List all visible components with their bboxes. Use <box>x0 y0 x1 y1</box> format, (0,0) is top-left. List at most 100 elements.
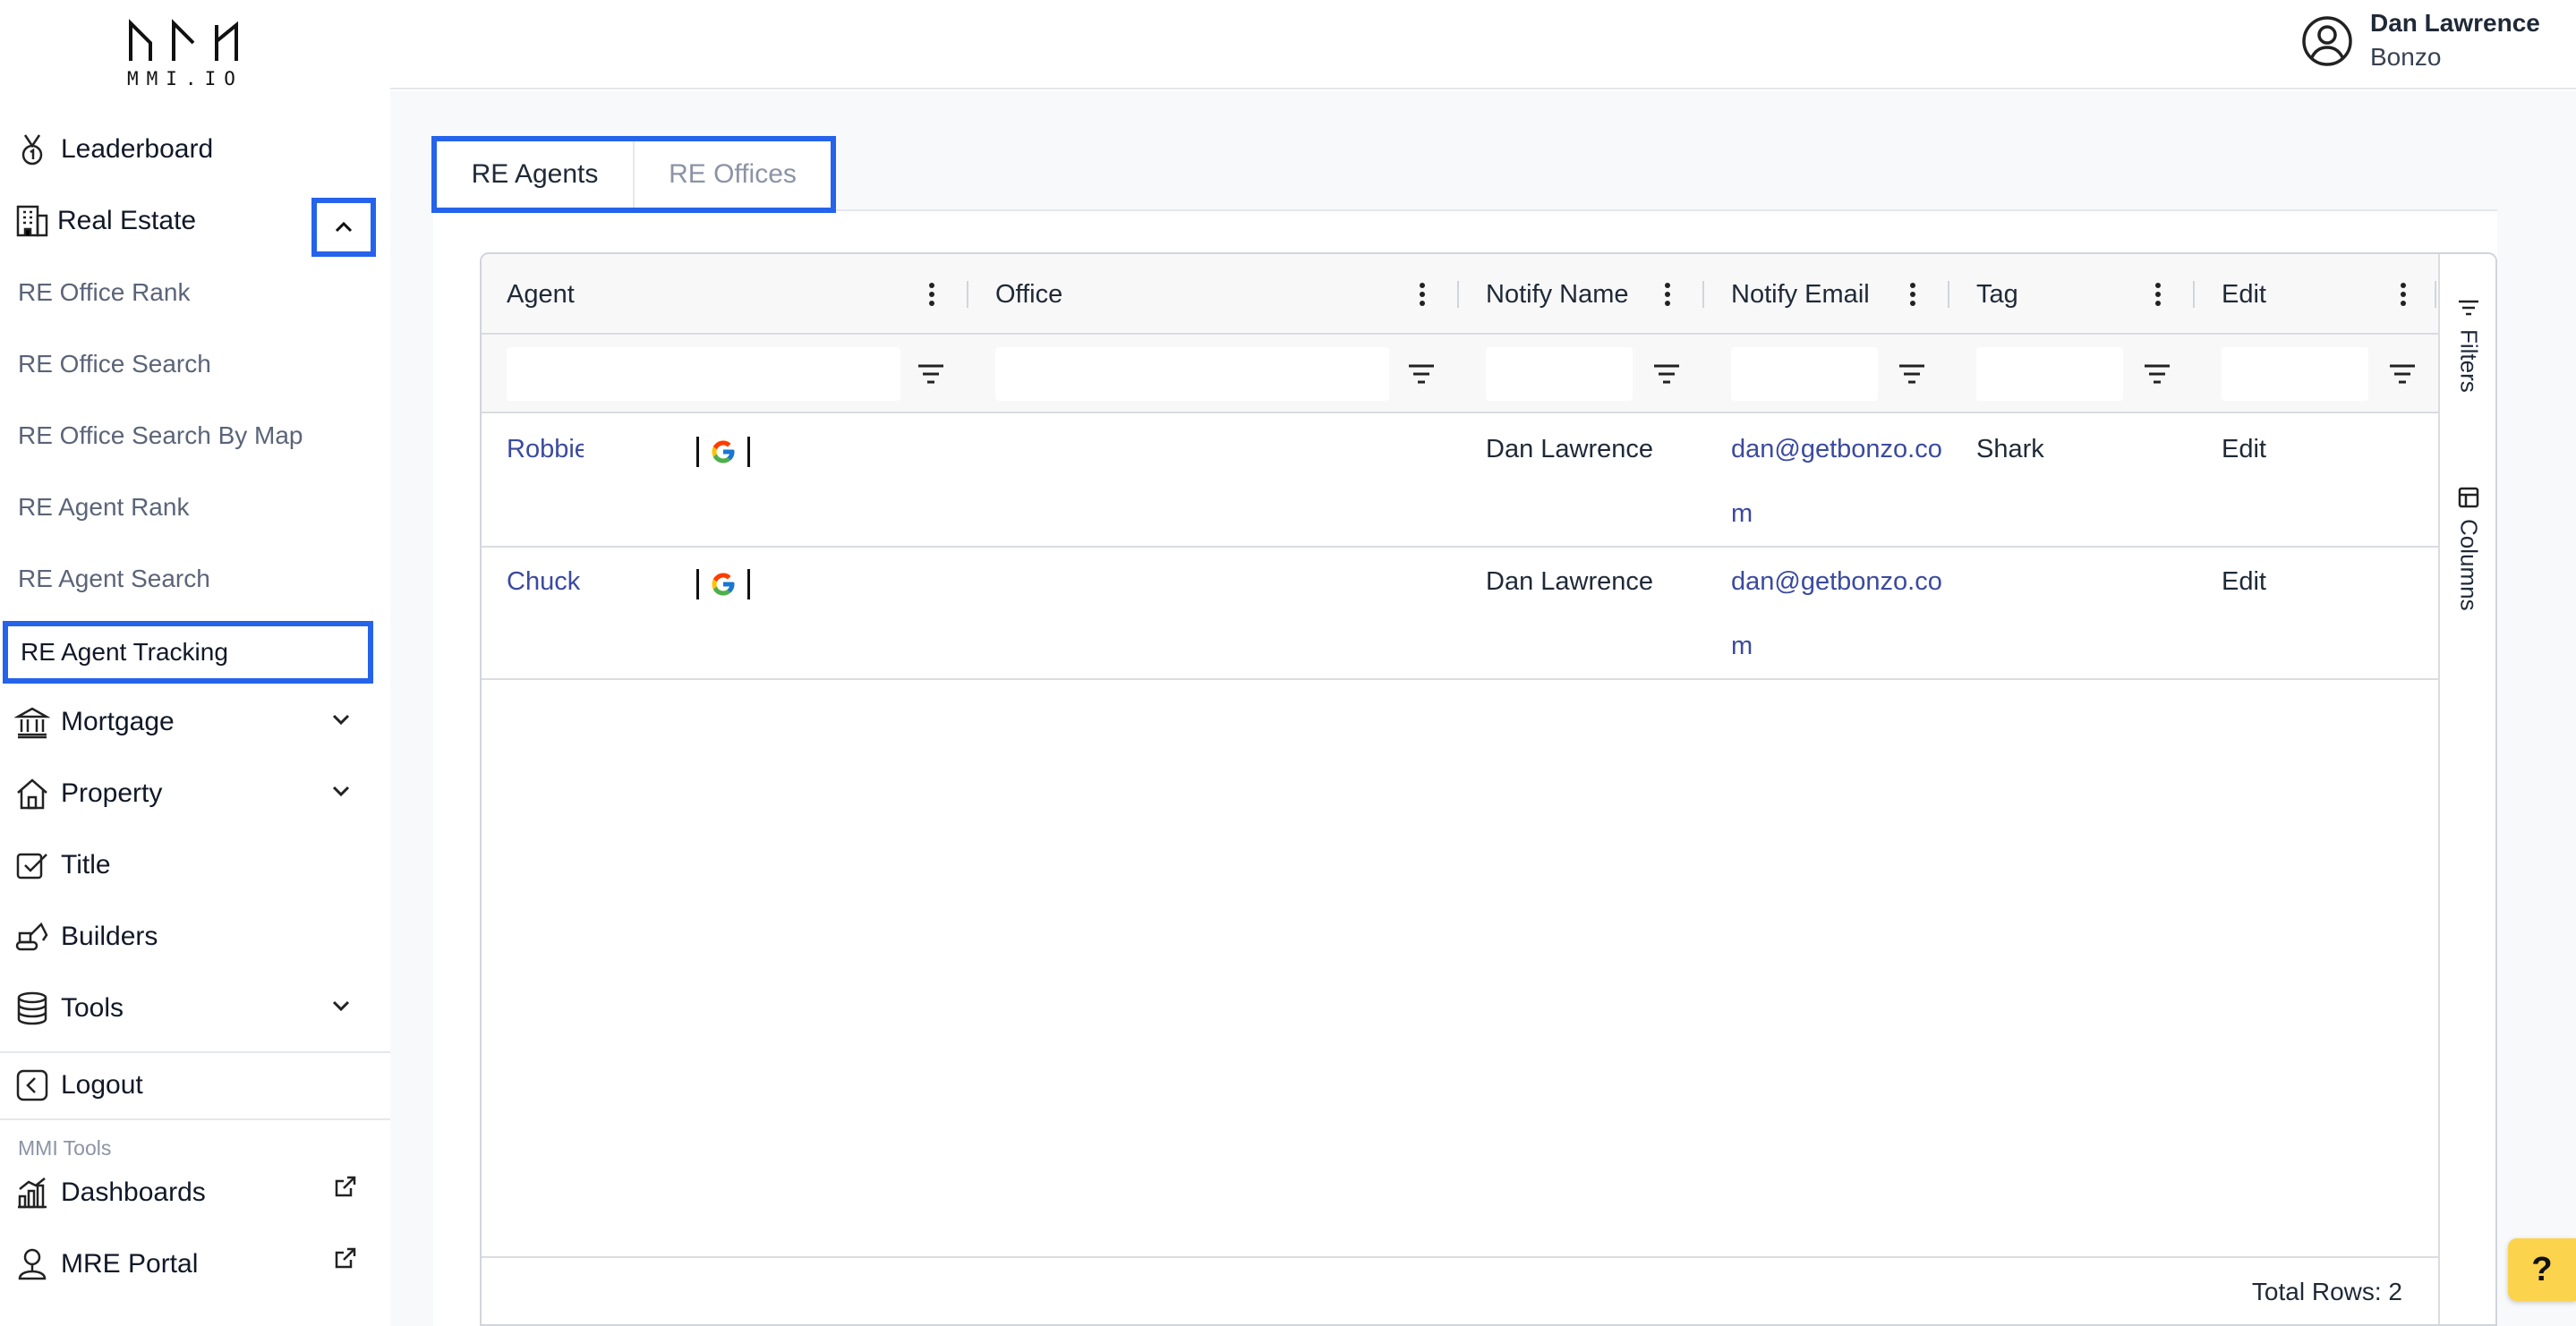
chevron-down-icon[interactable] <box>328 706 360 738</box>
user-avatar-icon[interactable] <box>2299 13 2356 70</box>
nav-property[interactable]: Property <box>0 762 390 825</box>
portal-user-icon <box>13 1245 52 1284</box>
chevron-down-icon[interactable] <box>328 992 360 1024</box>
table-row: Chuck Dan Lawrence dan@getbonzo.com Edit <box>482 548 2438 680</box>
columns-icon <box>2458 487 2479 508</box>
column-separator[interactable] <box>1948 281 1949 308</box>
tab-re-offices[interactable]: RE Offices <box>635 141 831 208</box>
filter-icon[interactable] <box>1405 358 1437 390</box>
column-separator[interactable] <box>1702 281 1704 308</box>
building-icon <box>13 201 52 241</box>
divider-bar <box>696 569 699 599</box>
help-button[interactable]: ? <box>2508 1238 2576 1301</box>
nav-tools-label: Tools <box>61 993 124 1023</box>
sidebar: MMI.IO Leaderboard Real Estate RE Office… <box>0 0 390 1326</box>
title-check-icon <box>13 846 52 885</box>
mmi-tools-section-label: MMI Tools <box>18 1136 112 1160</box>
bank-icon <box>13 702 52 742</box>
column-menu-icon[interactable] <box>1409 280 1436 309</box>
nav-leaderboard-label: Leaderboard <box>61 134 214 164</box>
notify-email-filter-input[interactable] <box>1731 347 1878 401</box>
edit-link[interactable]: Edit <box>2222 565 2266 598</box>
google-link[interactable] <box>696 569 750 599</box>
column-menu-icon[interactable] <box>1654 280 1681 309</box>
sub-re-office-search-by-map[interactable]: RE Office Search By Map <box>18 421 303 450</box>
agent-name-link[interactable]: Chuck <box>507 565 584 598</box>
nav-builders-label: Builders <box>61 922 158 951</box>
nav-title[interactable]: Title <box>0 834 390 897</box>
filter-icon[interactable] <box>1896 358 1928 390</box>
google-link[interactable] <box>696 437 750 467</box>
columns-tool-button[interactable]: Columns <box>2445 485 2492 611</box>
user-org: Bonzo <box>2370 43 2442 71</box>
sub-re-agent-search[interactable]: RE Agent Search <box>18 565 210 593</box>
notify-email-link[interactable]: dan@getbonzo.com <box>1731 417 1946 546</box>
table-row: Robbie Dan Lawrence dan@getbonzo.com Sha… <box>482 415 2438 548</box>
grid-side-panel: Filters Columns <box>2438 254 2495 1324</box>
nav-title-label: Title <box>61 850 111 880</box>
divider-bar <box>747 437 750 467</box>
grid-filter-row <box>482 335 2438 413</box>
col-header-notify-name[interactable]: Notify Name <box>1486 254 1629 335</box>
nav-logout[interactable]: Logout <box>0 1054 390 1117</box>
column-separator[interactable] <box>967 281 968 308</box>
external-link-icon <box>333 1245 362 1274</box>
notify-name-filter-input[interactable] <box>1486 347 1633 401</box>
sub-re-agent-tracking[interactable]: RE Agent Tracking <box>3 621 373 684</box>
column-menu-icon[interactable] <box>2390 280 2417 309</box>
sidebar-divider <box>0 1118 390 1120</box>
nav-mre-portal[interactable]: MRE Portal <box>0 1233 390 1296</box>
google-icon <box>712 440 735 463</box>
agent-filter-input[interactable] <box>507 347 900 401</box>
sidebar-divider <box>0 1051 390 1053</box>
sub-re-office-rank[interactable]: RE Office Rank <box>18 278 190 307</box>
filter-icon[interactable] <box>2141 358 2173 390</box>
house-icon <box>13 774 52 813</box>
notify-name-cell: Dan Lawrence <box>1486 435 1653 463</box>
filter-icon <box>2459 300 2478 316</box>
column-menu-icon[interactable] <box>1899 280 1926 309</box>
column-menu-icon[interactable] <box>2145 280 2171 309</box>
nav-mortgage-label: Mortgage <box>61 707 175 736</box>
column-menu-icon[interactable] <box>918 280 945 309</box>
column-separator[interactable] <box>1457 281 1459 308</box>
office-filter-input[interactable] <box>995 347 1389 401</box>
col-header-tag[interactable]: Tag <box>1976 254 2018 335</box>
chevron-down-icon[interactable] <box>328 778 360 810</box>
tab-re-agents[interactable]: RE Agents <box>437 141 635 208</box>
filter-icon[interactable] <box>1651 358 1683 390</box>
col-header-agent[interactable]: Agent <box>507 254 575 335</box>
col-header-notify-email[interactable]: Notify Email <box>1731 254 1870 335</box>
notify-name-cell: Dan Lawrence <box>1486 567 1653 596</box>
nav-dashboards[interactable]: Dashboards <box>0 1161 390 1224</box>
sub-re-office-search[interactable]: RE Office Search <box>18 350 211 378</box>
col-header-edit[interactable]: Edit <box>2222 254 2266 335</box>
nav-tools[interactable]: Tools <box>0 977 390 1040</box>
nav-mre-portal-label: MRE Portal <box>61 1249 199 1279</box>
sub-re-agent-rank[interactable]: RE Agent Rank <box>18 493 189 522</box>
nav-property-label: Property <box>61 778 163 808</box>
agent-name-link[interactable]: Robbie <box>507 433 584 465</box>
column-separator[interactable] <box>2193 281 2195 308</box>
col-header-office[interactable]: Office <box>995 254 1062 335</box>
filters-tool-button[interactable]: Filters <box>2445 295 2492 393</box>
top-bar <box>390 0 2576 89</box>
nav-leaderboard[interactable]: Leaderboard <box>0 118 390 181</box>
real-estate-collapse-toggle[interactable] <box>311 198 376 257</box>
tag-filter-input[interactable] <box>1976 347 2123 401</box>
nav-mortgage[interactable]: Mortgage <box>0 691 390 753</box>
user-name: Dan Lawrence <box>2370 9 2540 37</box>
filter-icon[interactable] <box>2386 358 2418 390</box>
nav-real-estate-label: Real Estate <box>57 206 197 235</box>
divider-bar <box>747 569 750 599</box>
tag-cell: Shark <box>1976 435 2044 463</box>
nav-builders[interactable]: Builders <box>0 905 390 968</box>
filter-icon[interactable] <box>915 358 947 390</box>
medal-icon <box>13 130 52 169</box>
total-rows: Total Rows: 2 <box>2251 1278 2402 1305</box>
edit-filter-input[interactable] <box>2222 347 2368 401</box>
edit-link[interactable]: Edit <box>2222 433 2266 465</box>
column-separator[interactable] <box>2435 281 2436 308</box>
grid-footer: Total Rows: 2 <box>482 1256 2438 1324</box>
notify-email-link[interactable]: dan@getbonzo.com <box>1731 549 1946 678</box>
